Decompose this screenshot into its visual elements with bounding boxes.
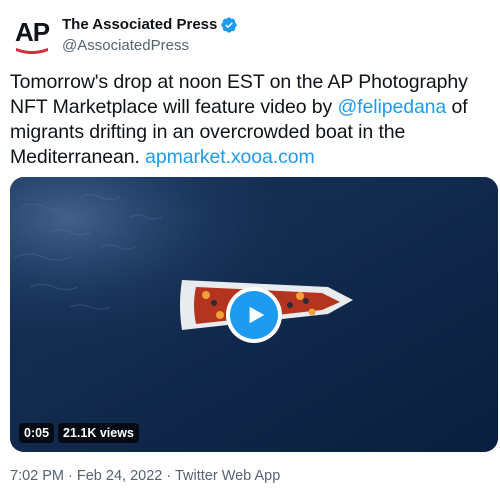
verified-badge-icon xyxy=(220,16,238,34)
video-views: 21.1K views xyxy=(58,423,139,443)
ap-logo-icon: AP xyxy=(15,17,51,54)
author-names: The Associated Press @AssociatedPress xyxy=(62,15,238,56)
video-player[interactable]: 0:05 21.1K views xyxy=(10,177,498,452)
play-button-inner xyxy=(230,291,278,339)
tweet-header: AP The Associated Press @AssociatedPress xyxy=(10,10,490,62)
author-display-name[interactable]: The Associated Press xyxy=(62,15,238,35)
url-link[interactable]: apmarket.xooa.com xyxy=(145,146,315,168)
tweet-footer-meta[interactable]: 7:02 PM · Feb 24, 2022 · Twitter Web App xyxy=(10,466,280,486)
avatar[interactable]: AP xyxy=(10,14,54,58)
play-icon xyxy=(249,306,265,324)
mention-link[interactable]: @felipedana xyxy=(337,96,446,118)
play-button[interactable] xyxy=(226,287,282,343)
tweet-text: Tomorrow's drop at noon EST on the AP Ph… xyxy=(10,70,495,170)
author-handle[interactable]: @AssociatedPress xyxy=(62,36,238,56)
author-display-name-text[interactable]: The Associated Press xyxy=(62,15,217,35)
svg-text:AP: AP xyxy=(15,17,50,47)
video-duration: 0:05 xyxy=(19,423,55,443)
video-meta: 0:05 21.1K views xyxy=(19,422,139,444)
